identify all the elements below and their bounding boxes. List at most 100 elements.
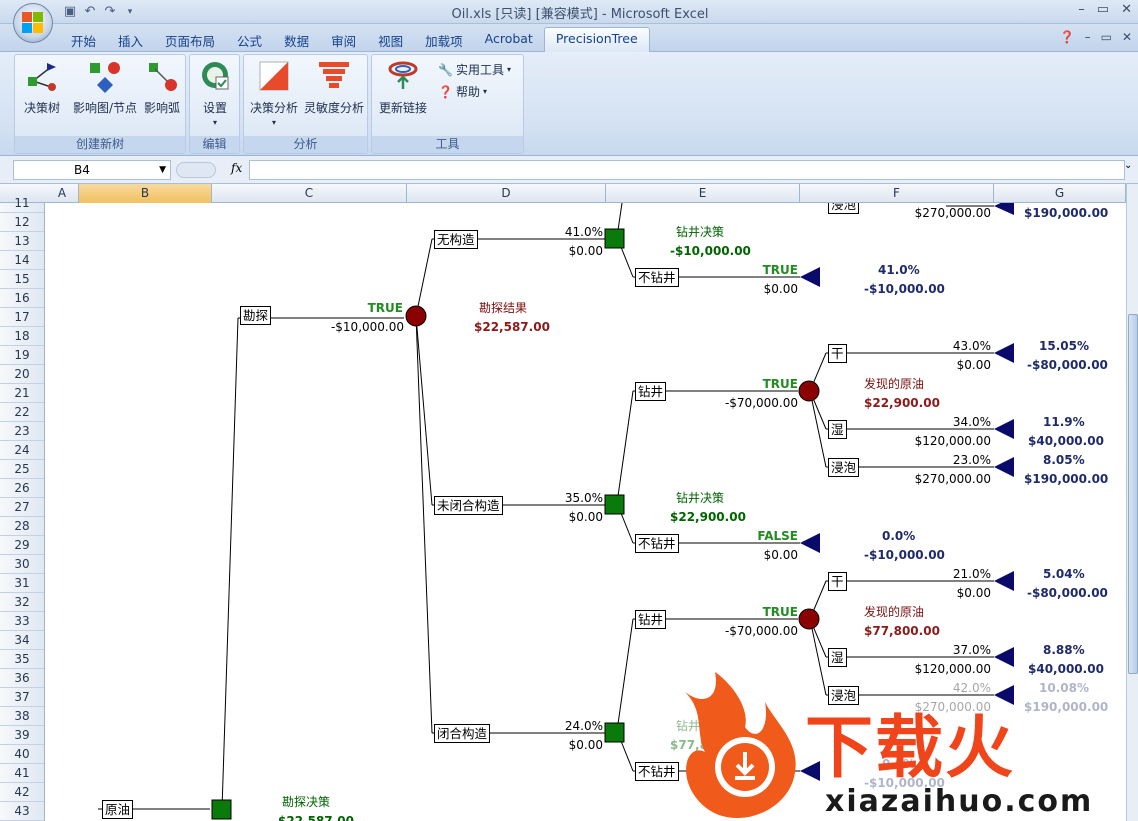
office-button[interactable] (13, 3, 53, 43)
branch-label-root[interactable]: 原油 (102, 800, 134, 819)
row-header[interactable]: 14 (0, 251, 44, 270)
formula-bar-splitter[interactable] (176, 162, 216, 178)
utilities-button[interactable]: 🔧 实用工具 ▾ (438, 61, 511, 78)
help-menu-button[interactable]: ❓ 帮助 ▾ (438, 83, 487, 100)
branch-label-no-structure-nodrill[interactable]: 不钻井 (635, 268, 679, 287)
column-header-g[interactable]: G (994, 184, 1126, 203)
terminal-node-closed-dry[interactable] (994, 571, 1014, 591)
branch-label-open-dry[interactable]: 干 (828, 344, 847, 363)
settings-button[interactable]: 设置 ▾ (194, 59, 236, 127)
vertical-scrollbar[interactable] (1126, 184, 1138, 821)
branch-label-open-nodrill[interactable]: 不钻井 (635, 534, 679, 553)
sensitivity-analysis-button[interactable]: 灵敏度分析 (302, 59, 366, 116)
ribbon-minimize-button[interactable]: – (1085, 30, 1091, 44)
row-header[interactable]: 37 (0, 688, 44, 707)
row-header[interactable]: 35 (0, 650, 44, 669)
terminal-node-closed-soak[interactable] (994, 685, 1014, 705)
row-header[interactable]: 13 (0, 232, 44, 251)
branch-label-closed-drill[interactable]: 钻井 (635, 610, 667, 629)
row-header[interactable]: 43 (0, 802, 44, 821)
row-header[interactable]: 32 (0, 593, 44, 612)
influence-node-button[interactable]: 影响图/节点 (69, 59, 141, 116)
tab-home[interactable]: 开始 (60, 28, 107, 53)
row-header[interactable]: 28 (0, 517, 44, 536)
tab-view[interactable]: 视图 (367, 28, 414, 53)
decision-analysis-button[interactable]: 决策分析 ▾ (246, 59, 302, 127)
tab-precisiontree[interactable]: PrecisionTree (543, 27, 650, 53)
tab-formulas[interactable]: 公式 (226, 28, 273, 53)
tab-acrobat[interactable]: Acrobat (474, 28, 544, 53)
column-header-d[interactable]: D (407, 184, 606, 203)
close-button[interactable]: ✕ (1121, 2, 1132, 17)
worksheet-grid[interactable]: 原油 勘探 无构造 未闭合构造 闭合构造 不钻井 钻井 不钻井 钻井 不钻井 干… (46, 203, 1126, 821)
minimize-button[interactable]: – (1078, 2, 1085, 17)
branch-label-open-structure[interactable]: 未闭合构造 (434, 496, 503, 515)
terminal-node-open-dry[interactable] (994, 343, 1014, 363)
branch-label-explore[interactable]: 勘探 (240, 306, 272, 325)
column-header-f[interactable]: F (800, 184, 994, 203)
row-header[interactable]: 38 (0, 707, 44, 726)
row-header[interactable]: 33 (0, 612, 44, 631)
row-header[interactable]: 41 (0, 764, 44, 783)
update-links-button[interactable]: 更新链接 (375, 59, 431, 116)
column-header-e[interactable]: E (606, 184, 800, 203)
row-header[interactable]: 11 (0, 194, 44, 213)
row-header[interactable]: 30 (0, 555, 44, 574)
row-header[interactable]: 15 (0, 270, 44, 289)
column-header-a[interactable]: A (46, 184, 79, 203)
row-header[interactable]: 24 (0, 441, 44, 460)
terminal-node-open-soak[interactable] (994, 457, 1014, 477)
row-header[interactable]: 23 (0, 422, 44, 441)
branch-label-open-soak[interactable]: 浸泡 (828, 458, 860, 477)
branch-label-closed-soak[interactable]: 浸泡 (828, 686, 860, 705)
decision-node-closed-structure[interactable] (604, 722, 625, 743)
chance-node-open-drill[interactable] (798, 380, 820, 402)
row-header[interactable]: 12 (0, 213, 44, 232)
name-box[interactable]: B4 ▼ (13, 160, 171, 180)
influence-arc-button[interactable]: 影响弧 (141, 59, 183, 116)
name-box-dropdown-icon[interactable]: ▼ (159, 161, 166, 179)
row-header[interactable]: 34 (0, 631, 44, 650)
terminal-node-closed-wet[interactable] (994, 647, 1014, 667)
branch-label-closed-dry[interactable]: 干 (828, 572, 847, 591)
expand-formula-bar-icon[interactable]: ⌄ (1124, 160, 1136, 180)
row-header[interactable]: 29 (0, 536, 44, 555)
branch-label-open-drill[interactable]: 钻井 (635, 382, 667, 401)
help-icon[interactable]: ❓ (1060, 30, 1075, 44)
tab-insert[interactable]: 插入 (107, 28, 154, 53)
column-header-b[interactable]: B (79, 184, 212, 203)
branch-label-closed-nodrill[interactable]: 不钻井 (635, 762, 679, 781)
formula-input[interactable] (249, 160, 1125, 180)
row-header[interactable]: 42 (0, 783, 44, 802)
branch-label-closed-wet[interactable]: 湿 (828, 648, 847, 667)
row-header[interactable]: 17 (0, 308, 44, 327)
row-header[interactable]: 16 (0, 289, 44, 308)
branch-label-no-structure[interactable]: 无构造 (434, 230, 478, 249)
row-header[interactable]: 27 (0, 498, 44, 517)
ribbon-restore-button[interactable]: ▭ (1101, 30, 1112, 44)
branch-label-closed-structure[interactable]: 闭合构造 (434, 724, 491, 743)
insert-function-icon[interactable]: fx (231, 161, 242, 175)
row-header[interactable]: 21 (0, 384, 44, 403)
decision-tree-button[interactable]: 决策树 (19, 59, 65, 116)
terminal-node-open-nodrill[interactable] (800, 533, 820, 553)
row-header[interactable]: 39 (0, 726, 44, 745)
row-header[interactable]: 25 (0, 460, 44, 479)
maximize-button[interactable]: ▭ (1097, 2, 1109, 17)
branch-label-open-wet[interactable]: 湿 (828, 420, 847, 439)
row-header[interactable]: 36 (0, 669, 44, 688)
row-header[interactable]: 40 (0, 745, 44, 764)
row-header[interactable]: 18 (0, 327, 44, 346)
vertical-scroll-thumb[interactable] (1128, 314, 1138, 674)
terminal-node-top-partial[interactable] (994, 203, 1014, 215)
tab-review[interactable]: 审阅 (320, 28, 367, 53)
terminal-node-no-structure-nodrill[interactable] (800, 267, 820, 287)
row-header[interactable]: 22 (0, 403, 44, 422)
row-header[interactable]: 31 (0, 574, 44, 593)
decision-node-no-structure[interactable] (604, 228, 625, 249)
branch-label-top-partial[interactable]: 浸泡 (828, 203, 860, 214)
row-header[interactable]: 19 (0, 346, 44, 365)
terminal-node-closed-nodrill[interactable] (800, 761, 820, 781)
row-header[interactable]: 20 (0, 365, 44, 384)
row-header[interactable]: 26 (0, 479, 44, 498)
